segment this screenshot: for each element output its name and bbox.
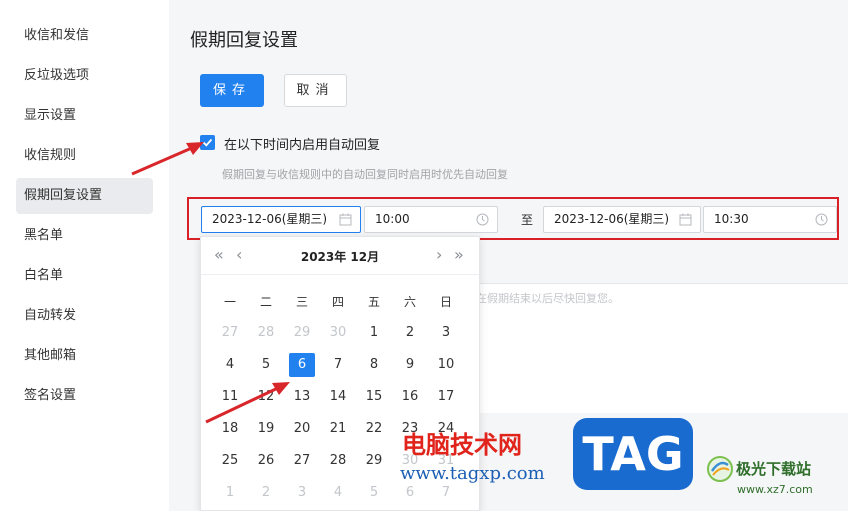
day-cell[interactable]: 10 bbox=[433, 353, 459, 377]
reply-content-textarea[interactable]: 复。我将在假期结束以后尽快回复您。 bbox=[429, 283, 848, 413]
day-cell[interactable]: 28 bbox=[325, 449, 351, 473]
end-date-value: 2023-12-06(星期三) bbox=[554, 212, 670, 226]
auto-reply-hint: 假期回复与收信规则中的自动回复同时启用时优先自动回复 bbox=[222, 168, 508, 181]
weekday-header: 四 bbox=[331, 295, 344, 309]
annotation-arrow-icon bbox=[131, 142, 204, 176]
day-cell[interactable]: 25 bbox=[217, 449, 243, 473]
start-time-field[interactable]: 10:00 bbox=[364, 206, 498, 233]
day-cell[interactable]: 2 bbox=[253, 481, 279, 505]
weekday-header: 五 bbox=[367, 295, 380, 309]
weekday-header: 日 bbox=[439, 295, 452, 309]
selected-day-cell[interactable]: 6 bbox=[289, 353, 315, 377]
page-title: 假期回复设置 bbox=[190, 30, 298, 51]
day-cell[interactable]: 26 bbox=[253, 449, 279, 473]
day-cell[interactable]: 17 bbox=[433, 385, 459, 409]
day-cell[interactable]: 1 bbox=[217, 481, 243, 505]
start-date-field[interactable]: 2023-12-06(星期三) bbox=[201, 206, 361, 233]
end-time-field[interactable]: 10:30 bbox=[703, 206, 837, 233]
auto-reply-checkbox-label[interactable]: 在以下时间内启用自动回复 bbox=[224, 134, 380, 153]
clock-icon bbox=[815, 213, 828, 226]
weekday-header: 三 bbox=[295, 295, 308, 309]
range-separator: 至 bbox=[521, 213, 534, 227]
sidebar-item-blacklist[interactable]: 黑名单 bbox=[16, 218, 153, 254]
end-time-value: 10:30 bbox=[714, 212, 749, 226]
weekday-header: 一 bbox=[223, 295, 236, 309]
sidebar-item-vacation-reply[interactable]: 假期回复设置 bbox=[16, 178, 153, 214]
clock-icon bbox=[476, 213, 489, 226]
settings-sidebar: 收信和发信 反垃圾选项 显示设置 收信规则 假期回复设置 黑名单 白名单 自动转… bbox=[0, 0, 169, 511]
day-cell[interactable]: 14 bbox=[325, 385, 351, 409]
day-cell[interactable]: 27 bbox=[289, 449, 315, 473]
day-cell[interactable]: 8 bbox=[361, 353, 387, 377]
date-range-highlight: 2023-12-06(星期三) 10:00 至 2023-12-06(星期三) bbox=[187, 197, 839, 240]
weekday-header: 二 bbox=[259, 295, 272, 309]
calendar-icon bbox=[679, 213, 692, 226]
date-picker-header: « ‹ 2023年 12月 › » bbox=[201, 237, 479, 275]
day-cell[interactable]: 3 bbox=[433, 321, 459, 345]
sidebar-item-auto-forward[interactable]: 自动转发 bbox=[16, 298, 153, 334]
day-cell[interactable]: 30 bbox=[325, 321, 351, 345]
day-cell[interactable]: 7 bbox=[433, 481, 459, 505]
sidebar-item-anti-spam[interactable]: 反垃圾选项 bbox=[16, 58, 153, 94]
weekday-header: 六 bbox=[403, 295, 416, 309]
save-button[interactable]: 保存 bbox=[200, 74, 264, 107]
tag-logo: TAG bbox=[573, 418, 693, 490]
sidebar-item-whitelist[interactable]: 白名单 bbox=[16, 258, 153, 294]
day-cell[interactable]: 22 bbox=[361, 417, 387, 441]
sidebar-item-other-mailbox[interactable]: 其他邮箱 bbox=[16, 338, 153, 374]
calendar-icon bbox=[339, 213, 352, 226]
day-cell[interactable]: 29 bbox=[289, 321, 315, 345]
next-year-button[interactable]: » bbox=[454, 245, 464, 264]
day-cell[interactable]: 4 bbox=[217, 353, 243, 377]
day-cell[interactable]: 2 bbox=[397, 321, 423, 345]
day-cell[interactable]: 7 bbox=[325, 353, 351, 377]
watermark-jg-url: www.xz7.com bbox=[737, 483, 813, 496]
aurora-logo-icon bbox=[707, 456, 733, 482]
annotation-arrow-icon bbox=[205, 382, 290, 424]
day-cell[interactable]: 1 bbox=[361, 321, 387, 345]
day-cell[interactable]: 3 bbox=[289, 481, 315, 505]
start-date-value: 2023-12-06(星期三) bbox=[212, 212, 328, 226]
day-cell[interactable]: 5 bbox=[253, 353, 279, 377]
start-time-value: 10:00 bbox=[375, 212, 410, 226]
sidebar-item-signature[interactable]: 签名设置 bbox=[16, 378, 153, 414]
day-cell[interactable]: 15 bbox=[361, 385, 387, 409]
day-cell[interactable]: 21 bbox=[325, 417, 351, 441]
day-cell[interactable]: 4 bbox=[325, 481, 351, 505]
day-cell[interactable]: 5 bbox=[361, 481, 387, 505]
end-date-field[interactable]: 2023-12-06(星期三) bbox=[543, 206, 701, 233]
day-cell[interactable]: 6 bbox=[397, 481, 423, 505]
day-cell[interactable]: 27 bbox=[217, 321, 243, 345]
day-cell[interactable]: 16 bbox=[397, 385, 423, 409]
watermark-jg-name: 极光下载站 bbox=[736, 460, 812, 478]
watermark-site-url: www.tagxp.com bbox=[400, 463, 545, 484]
day-cell[interactable]: 29 bbox=[361, 449, 387, 473]
sidebar-item-display[interactable]: 显示设置 bbox=[16, 98, 153, 134]
day-cell[interactable]: 9 bbox=[397, 353, 423, 377]
cancel-button[interactable]: 取消 bbox=[284, 74, 347, 107]
next-month-button[interactable]: › bbox=[436, 245, 442, 264]
sidebar-item-send-receive[interactable]: 收信和发信 bbox=[16, 18, 153, 54]
day-cell[interactable]: 28 bbox=[253, 321, 279, 345]
watermark-site-name: 电脑技术网 bbox=[402, 431, 522, 459]
